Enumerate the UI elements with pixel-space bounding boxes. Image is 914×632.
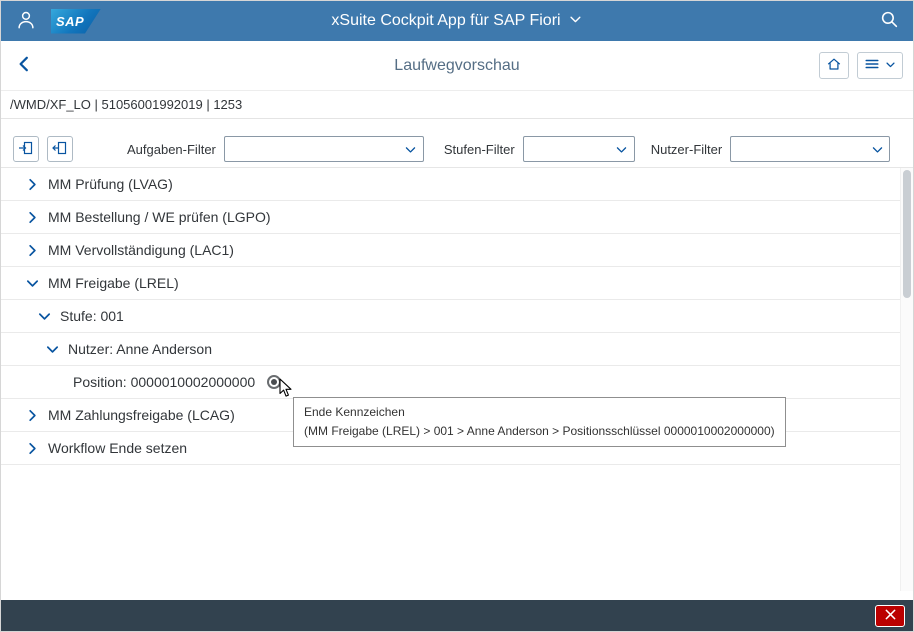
chevron-right-icon[interactable] — [25, 210, 40, 225]
tree-item-label: Nutzer: Anne Anderson — [68, 341, 212, 357]
chevron-down-icon[interactable] — [610, 137, 634, 161]
user-profile-button[interactable] — [15, 9, 37, 34]
footer-bar — [1, 600, 913, 631]
tree-item-position[interactable]: Position: 0000010002000000 — [1, 366, 913, 399]
scrollbar-thumb[interactable] — [903, 170, 911, 298]
sap-logo[interactable]: SAP — [51, 9, 101, 34]
tree-item-label: Stufe: 001 — [60, 308, 124, 324]
chevron-right-icon[interactable] — [25, 243, 40, 258]
tree-item-nutzer-anne-anderson[interactable]: Nutzer: Anne Anderson — [1, 333, 913, 366]
chevron-down-icon — [569, 12, 583, 31]
stufen-filter-input[interactable] — [524, 142, 610, 157]
tree-item-stufe-001[interactable]: Stufe: 001 — [1, 300, 913, 333]
vertical-scrollbar[interactable] — [900, 168, 913, 591]
chevron-down-icon[interactable] — [865, 137, 889, 161]
workflow-tree: MM Prüfung (LVAG) MM Bestellung / WE prü… — [1, 167, 913, 601]
stufen-filter-label: Stufen-Filter — [444, 142, 515, 157]
chevron-down-icon — [885, 58, 896, 73]
tooltip: Ende Kennzeichen (MM Freigabe (LREL) > 0… — [293, 397, 786, 447]
nutzer-filter-combobox[interactable] — [730, 136, 890, 162]
hamburger-menu-icon — [864, 56, 880, 75]
chevron-right-icon[interactable] — [25, 408, 40, 423]
tree-item-label: MM Vervollständigung (LAC1) — [48, 242, 234, 258]
tree-item-label: MM Bestellung / WE prüfen (LGPO) — [48, 209, 271, 225]
chevron-left-icon — [15, 55, 33, 76]
aufgaben-filter-label: Aufgaben-Filter — [127, 142, 216, 157]
chevron-right-icon[interactable] — [25, 177, 40, 192]
search-icon — [880, 10, 899, 32]
overflow-menu-button[interactable] — [857, 52, 903, 79]
home-button[interactable] — [819, 52, 849, 79]
chevron-down-icon[interactable] — [25, 276, 40, 291]
collapse-all-icon — [52, 140, 68, 159]
search-button[interactable] — [880, 10, 899, 32]
page-header: Laufwegvorschau — [1, 41, 913, 91]
ende-kennzeichen-radio[interactable] — [267, 375, 281, 389]
expand-all-icon — [18, 140, 34, 159]
person-icon — [15, 9, 37, 34]
app-window: SAP xSuite Cockpit App für SAP Fiori Lau… — [0, 0, 914, 632]
radio-dot — [271, 379, 277, 385]
tree-item-label: MM Freigabe (LREL) — [48, 275, 179, 291]
app-title: xSuite Cockpit App für SAP Fiori — [331, 12, 560, 30]
tree-item-label: Workflow Ende setzen — [48, 440, 187, 456]
collapse-all-button[interactable] — [47, 136, 73, 162]
tree-item-label: Position: 0000010002000000 — [73, 374, 255, 390]
tree-item-mm-vervollstaendigung[interactable]: MM Vervollständigung (LAC1) — [1, 234, 913, 267]
tree-item-mm-bestellung[interactable]: MM Bestellung / WE prüfen (LGPO) — [1, 201, 913, 234]
tooltip-title: Ende Kennzeichen — [304, 403, 775, 422]
tree-item-mm-freigabe[interactable]: MM Freigabe (LREL) — [1, 267, 913, 300]
tree-item-label: MM Prüfung (LVAG) — [48, 176, 173, 192]
chevron-down-icon[interactable] — [45, 342, 60, 357]
page-title: Laufwegvorschau — [394, 57, 519, 75]
shell-header: SAP xSuite Cockpit App für SAP Fiori — [1, 1, 913, 41]
close-icon — [885, 608, 896, 623]
chevron-right-icon[interactable] — [25, 441, 40, 456]
tree-item-mm-pruefung[interactable]: MM Prüfung (LVAG) — [1, 168, 913, 201]
tooltip-detail: (MM Freigabe (LREL) > 001 > Anne Anderso… — [304, 422, 775, 441]
aufgaben-filter-input[interactable] — [225, 142, 399, 157]
filter-toolbar: Aufgaben-Filter Stufen-Filter Nutzer-Fil… — [1, 131, 913, 167]
back-button[interactable] — [11, 51, 37, 80]
expand-all-button[interactable] — [13, 136, 39, 162]
nutzer-filter-input[interactable] — [731, 142, 865, 157]
chevron-down-icon[interactable] — [37, 309, 52, 324]
home-icon — [826, 56, 842, 75]
tree-item-label: MM Zahlungsfreigabe (LCAG) — [48, 407, 235, 423]
stufen-filter-combobox[interactable] — [523, 136, 635, 162]
shell-title-menu[interactable]: xSuite Cockpit App für SAP Fiori — [331, 1, 582, 41]
nutzer-filter-label: Nutzer-Filter — [651, 142, 723, 157]
aufgaben-filter-combobox[interactable] — [224, 136, 424, 162]
chevron-down-icon[interactable] — [399, 137, 423, 161]
document-key: /WMD/XF_LO | 51056001992019 | 1253 — [1, 91, 913, 119]
sap-logo-text: SAP — [56, 14, 84, 29]
close-button[interactable] — [875, 605, 905, 627]
